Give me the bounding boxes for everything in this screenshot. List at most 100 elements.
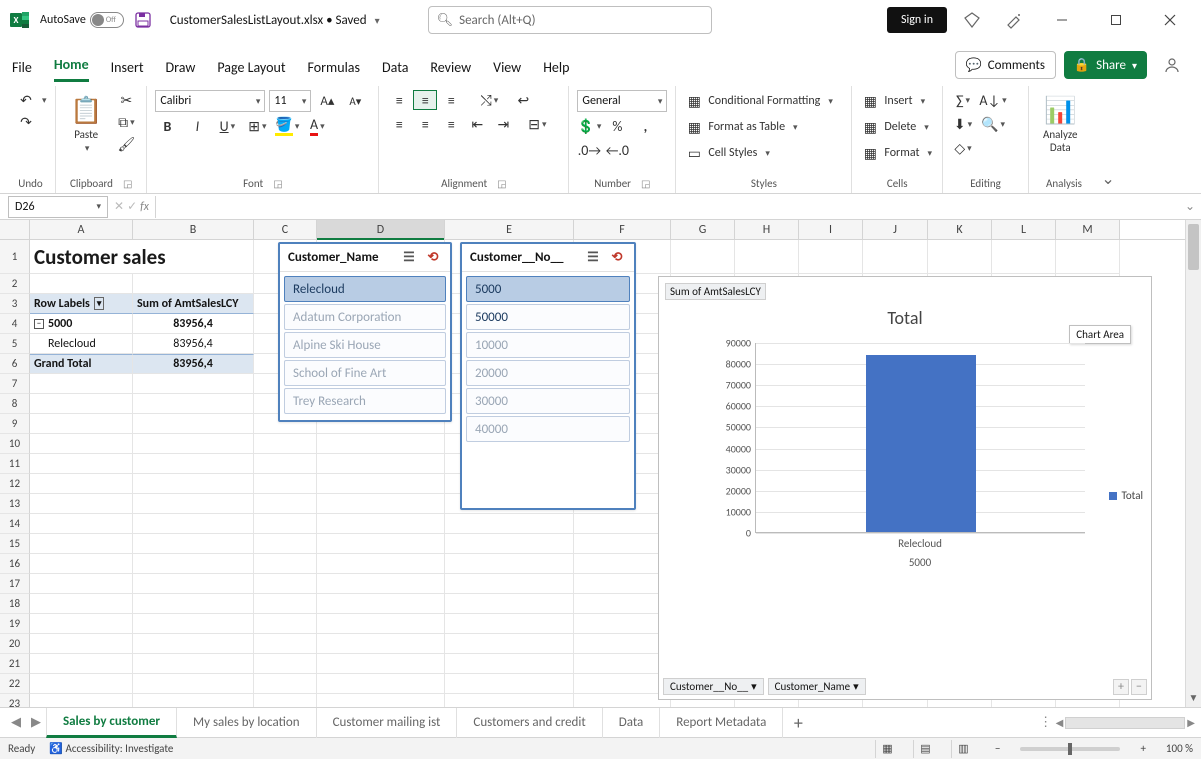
tab-data[interactable]: Data (382, 53, 408, 82)
slicer-item[interactable]: Adatum Corporation (284, 304, 446, 330)
row-header[interactable]: 11 (0, 454, 30, 474)
chart-filter-button[interactable]: Customer_Name▾ (768, 678, 866, 695)
name-box[interactable]: D26▾ (8, 196, 108, 218)
bold-button[interactable]: B (155, 116, 179, 136)
fill-color-button[interactable]: 🪣▾ (275, 116, 299, 136)
decrease-indent-button[interactable]: ⇤ (465, 114, 489, 134)
col-header[interactable]: H (735, 220, 799, 239)
underline-button[interactable]: U▾ (215, 116, 239, 136)
row-header[interactable]: 12 (0, 474, 30, 494)
normal-view-button[interactable]: ▦ (875, 740, 899, 758)
filename-chevron-icon[interactable]: ▾ (375, 14, 380, 27)
find-select-button[interactable]: 🔍▾ (981, 114, 1005, 134)
expand-formula-bar-button[interactable]: ⌄ (1179, 199, 1201, 214)
row-header[interactable]: 23 (0, 694, 30, 707)
align-center-button[interactable]: ≡ (413, 114, 437, 134)
align-top-button[interactable]: ≡ (387, 90, 411, 110)
col-header[interactable]: I (799, 220, 863, 239)
row-header[interactable]: 15 (0, 534, 30, 554)
slicer-customer-no[interactable]: Customer__No__ ☰ ⟲ 500050000100002000030… (460, 242, 636, 510)
cell-styles-button[interactable]: ▭Cell Styles▾ (684, 142, 834, 164)
slicer-item[interactable]: Relecloud (284, 276, 446, 302)
autosum-button[interactable]: ∑▾ (951, 90, 975, 110)
decrease-font-button[interactable]: A▾ (343, 91, 367, 111)
clear-filter-icon[interactable]: ⟲ (424, 249, 442, 267)
grid[interactable]: A B C D E F G H I J K L M 1 Customer sal… (0, 220, 1201, 707)
signin-button[interactable]: Sign in (887, 7, 947, 33)
sheet-tab[interactable]: Report Metadata (660, 708, 783, 738)
border-button[interactable]: ⊞▾ (245, 116, 269, 136)
row-header[interactable]: 13 (0, 494, 30, 514)
slicer-item[interactable]: 40000 (466, 416, 630, 442)
row-header[interactable]: 1 (0, 240, 30, 274)
sheet-tab[interactable]: Sales by customer (46, 708, 177, 738)
page-break-view-button[interactable]: ▥ (951, 740, 975, 758)
dialog-launcher-icon[interactable]: ◲ (123, 177, 132, 190)
insert-cells-button[interactable]: ▦Insert▾ (860, 90, 934, 112)
pivot-row[interactable]: −5000 (30, 314, 133, 334)
chart-filter-button[interactable]: Customer__No__▾ (663, 678, 764, 695)
pivot-grand-total-value[interactable]: 83956,4 (133, 354, 254, 374)
window-close-button[interactable] (1147, 3, 1193, 37)
cut-button[interactable]: ✂ (114, 90, 138, 110)
sheet-tab-overflow[interactable]: ⋮ (1036, 715, 1056, 730)
row-header[interactable]: 22 (0, 674, 30, 694)
number-format-select[interactable]: General▾ (577, 90, 667, 112)
col-header[interactable]: G (671, 220, 735, 239)
slicer-item[interactable]: Alpine Ski House (284, 332, 446, 358)
slicer-item[interactable]: 50000 (466, 304, 630, 330)
page-layout-view-button[interactable]: ▤ (913, 740, 937, 758)
decrease-decimal-button[interactable]: ←.0 (605, 140, 629, 160)
row-header[interactable]: 2 (0, 274, 30, 294)
pivot-value[interactable]: 83956,4 (133, 334, 254, 354)
slicer-item[interactable]: School of Fine Art (284, 360, 446, 386)
filename[interactable]: CustomerSalesListLayout.xlsx • Saved (170, 13, 367, 28)
diamond-icon[interactable] (955, 3, 989, 37)
tab-page-layout[interactable]: Page Layout (217, 53, 285, 82)
pivot-row-labels-header[interactable]: Row Labels▾ (30, 294, 133, 314)
filter-icon[interactable]: ▾ (94, 297, 105, 310)
row-header[interactable]: 20 (0, 634, 30, 654)
vertical-scrollbar[interactable]: ▲ ▼ (1185, 220, 1201, 707)
tab-home[interactable]: Home (54, 50, 89, 82)
font-size-select[interactable]: 11▾ (269, 90, 311, 112)
italic-button[interactable]: I (185, 116, 209, 136)
clear-button[interactable]: ◇▾ (951, 138, 975, 158)
chart-expand-icon[interactable]: + (1113, 679, 1129, 695)
pivot-value[interactable]: 83956,4 (133, 314, 254, 334)
align-left-button[interactable]: ≡ (387, 114, 411, 134)
row-header[interactable]: 8 (0, 394, 30, 414)
autosave-toggle[interactable]: AutoSave Off (40, 12, 124, 28)
sheet-nav-next[interactable]: ▶ (26, 715, 46, 730)
sheet-tab[interactable]: Customers and credit (457, 708, 602, 738)
row-header[interactable]: 5 (0, 334, 30, 354)
col-header[interactable]: B (133, 220, 254, 239)
row-header[interactable]: 21 (0, 654, 30, 674)
zoom-slider[interactable] (1020, 747, 1120, 751)
tab-draw[interactable]: Draw (166, 53, 196, 82)
dialog-launcher-icon[interactable]: ◲ (641, 177, 650, 190)
col-header[interactable]: J (863, 220, 928, 239)
paste-button[interactable]: 📋 Paste ▾ (64, 90, 108, 158)
tab-file[interactable]: File (12, 53, 32, 82)
slicer-item[interactable]: 10000 (466, 332, 630, 358)
row-header[interactable]: 17 (0, 574, 30, 594)
analyze-data-button[interactable]: 📊 Analyze Data (1037, 90, 1083, 158)
scroll-thumb[interactable] (1188, 224, 1199, 270)
format-painter-button[interactable]: 🖌 (114, 134, 138, 154)
row-header[interactable]: 16 (0, 554, 30, 574)
slicer-item[interactable]: 30000 (466, 388, 630, 414)
font-name-select[interactable]: Calibri▾ (155, 90, 265, 112)
col-header[interactable]: K (928, 220, 992, 239)
pivot-sum-header[interactable]: Sum of AmtSalesLCY (133, 294, 254, 314)
col-header[interactable]: A (30, 220, 133, 239)
fill-button[interactable]: ⬇▾ (951, 114, 975, 134)
select-all-corner[interactable] (0, 220, 30, 239)
row-header[interactable]: 7 (0, 374, 30, 394)
percent-button[interactable]: % (605, 116, 629, 136)
font-color-button[interactable]: A▾ (305, 116, 329, 136)
align-right-button[interactable]: ≡ (439, 114, 463, 134)
tab-review[interactable]: Review (430, 53, 471, 82)
row-header[interactable]: 18 (0, 594, 30, 614)
accounting-button[interactable]: 💲▾ (577, 116, 601, 136)
